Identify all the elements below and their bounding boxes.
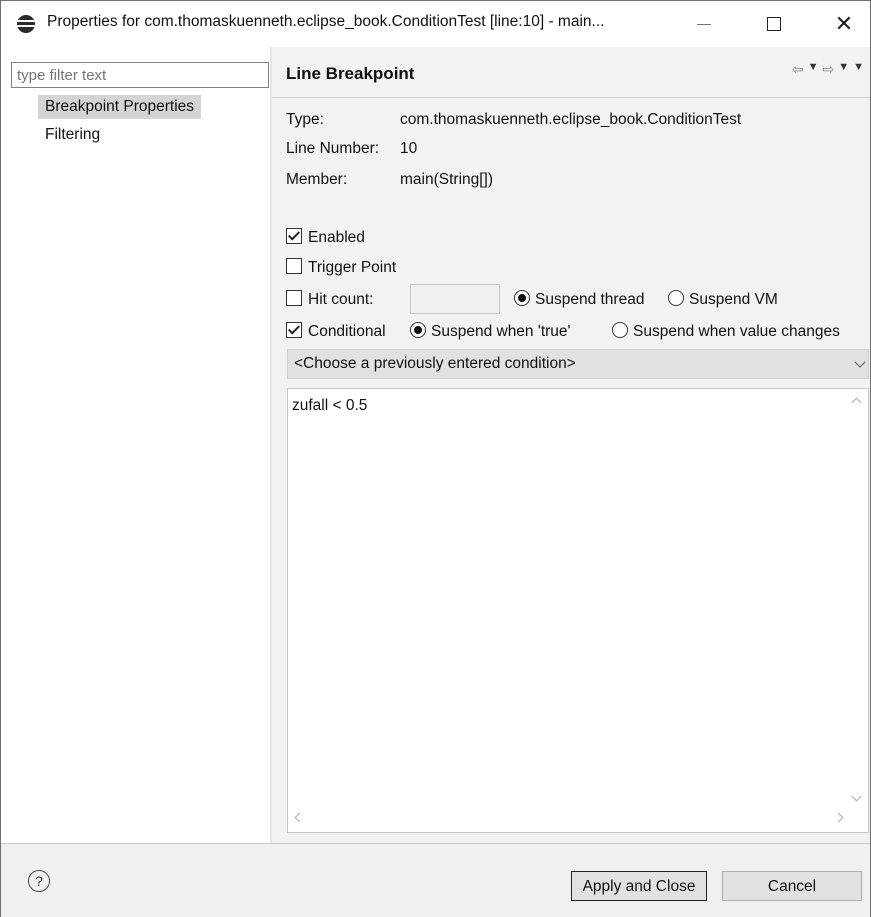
suspend-thread-radio-icon[interactable] [514, 290, 530, 306]
window-title: Properties for com.thomaskuenneth.eclips… [47, 13, 605, 30]
page-header: Line Breakpoint ⇦ ▼ ⇨ ▼ ▼ [272, 47, 870, 98]
trigger-point-label: Trigger Point [308, 259, 397, 276]
condition-editor[interactable]: zufall < 0.5 [287, 388, 869, 833]
suspend-value-changes-radio[interactable]: Suspend when value changes [612, 322, 840, 341]
filter-input[interactable] [11, 62, 269, 88]
condition-history-combo[interactable]: <Choose a previously entered condition> [287, 349, 869, 379]
suspend-thread-label: Suspend thread [535, 291, 645, 308]
button-bar: ? Apply and Close Cancel [1, 843, 870, 917]
type-value: com.thomaskuenneth.eclipse_book.Conditio… [400, 111, 742, 128]
forward-dropdown-icon[interactable]: ▼ [838, 61, 849, 78]
condition-text[interactable]: zufall < 0.5 [292, 397, 367, 415]
suspend-true-radio-icon[interactable] [410, 322, 426, 338]
line-number-label: Line Number: [286, 140, 380, 157]
scroll-left-icon[interactable] [294, 812, 305, 823]
conditional-check-icon[interactable] [286, 322, 302, 338]
suspend-vm-radio-icon[interactable] [668, 290, 684, 306]
sidebar-item-filtering[interactable]: Filtering [38, 123, 107, 147]
title-bar: Properties for com.thomaskuenneth.eclips… [1, 1, 870, 47]
scroll-right-icon[interactable] [833, 812, 844, 823]
view-menu-icon[interactable]: ▼ [853, 61, 864, 78]
trigger-check-icon[interactable] [286, 258, 302, 274]
back-dropdown-icon[interactable]: ▼ [808, 61, 819, 78]
hit-count-check-icon[interactable] [286, 290, 302, 306]
enabled-checkbox[interactable]: Enabled [286, 228, 365, 247]
hit-count-input[interactable] [410, 284, 500, 314]
trigger-point-checkbox[interactable]: Trigger Point [286, 258, 396, 277]
hit-count-row: Hit count: Suspend thread Suspend VM [286, 284, 866, 314]
condition-history-text: <Choose a previously entered condition> [294, 355, 576, 372]
enabled-check-icon[interactable] [286, 228, 302, 244]
eclipse-icon [17, 15, 35, 33]
scroll-up-icon[interactable] [851, 397, 862, 408]
cancel-button[interactable]: Cancel [722, 871, 862, 901]
maximize-button[interactable] [751, 1, 797, 47]
page-navigation: ⇦ ▼ ⇨ ▼ ▼ [792, 61, 864, 78]
suspend-changes-radio-icon[interactable] [612, 322, 628, 338]
conditional-row: Conditional Suspend when 'true' Suspend … [286, 322, 866, 344]
conditional-label: Conditional [308, 323, 386, 340]
page-panel: Line Breakpoint ⇦ ▼ ⇨ ▼ ▼ Type: com.thom… [272, 47, 870, 843]
line-number-value: 10 [400, 140, 418, 157]
suspend-value-changes-label: Suspend when value changes [633, 323, 840, 340]
maximize-icon [767, 17, 781, 31]
close-icon: ✕ [834, 11, 854, 36]
page-title: Line Breakpoint [286, 64, 415, 83]
scroll-down-icon[interactable] [851, 791, 862, 802]
hit-count-label: Hit count: [308, 291, 374, 308]
close-button[interactable]: ✕ [821, 1, 867, 47]
back-arrow-icon[interactable]: ⇦ [792, 61, 804, 78]
forward-arrow-icon[interactable]: ⇨ [822, 61, 834, 78]
help-icon[interactable]: ? [28, 870, 50, 892]
suspend-vm-label: Suspend VM [689, 291, 778, 308]
properties-dialog: Properties for com.thomaskuenneth.eclips… [0, 0, 871, 917]
type-label: Type: [286, 111, 324, 128]
sidebar-item-breakpoint-properties[interactable]: Breakpoint Properties [38, 95, 202, 119]
sidebar: Breakpoint Properties Filtering [1, 47, 270, 843]
chevron-down-icon[interactable] [854, 356, 866, 368]
apply-and-close-button[interactable]: Apply and Close [571, 871, 707, 901]
member-label: Member: [286, 171, 348, 188]
suspend-vm-radio[interactable]: Suspend VM [668, 290, 778, 309]
minimize-icon [697, 23, 711, 25]
suspend-thread-radio[interactable]: Suspend thread [514, 290, 644, 309]
suspend-when-true-radio[interactable]: Suspend when 'true' [410, 322, 571, 341]
suspend-when-true-label: Suspend when 'true' [431, 323, 571, 340]
minimize-button[interactable] [681, 1, 727, 47]
enabled-label: Enabled [308, 229, 365, 246]
member-value: main(String[]) [400, 171, 494, 188]
